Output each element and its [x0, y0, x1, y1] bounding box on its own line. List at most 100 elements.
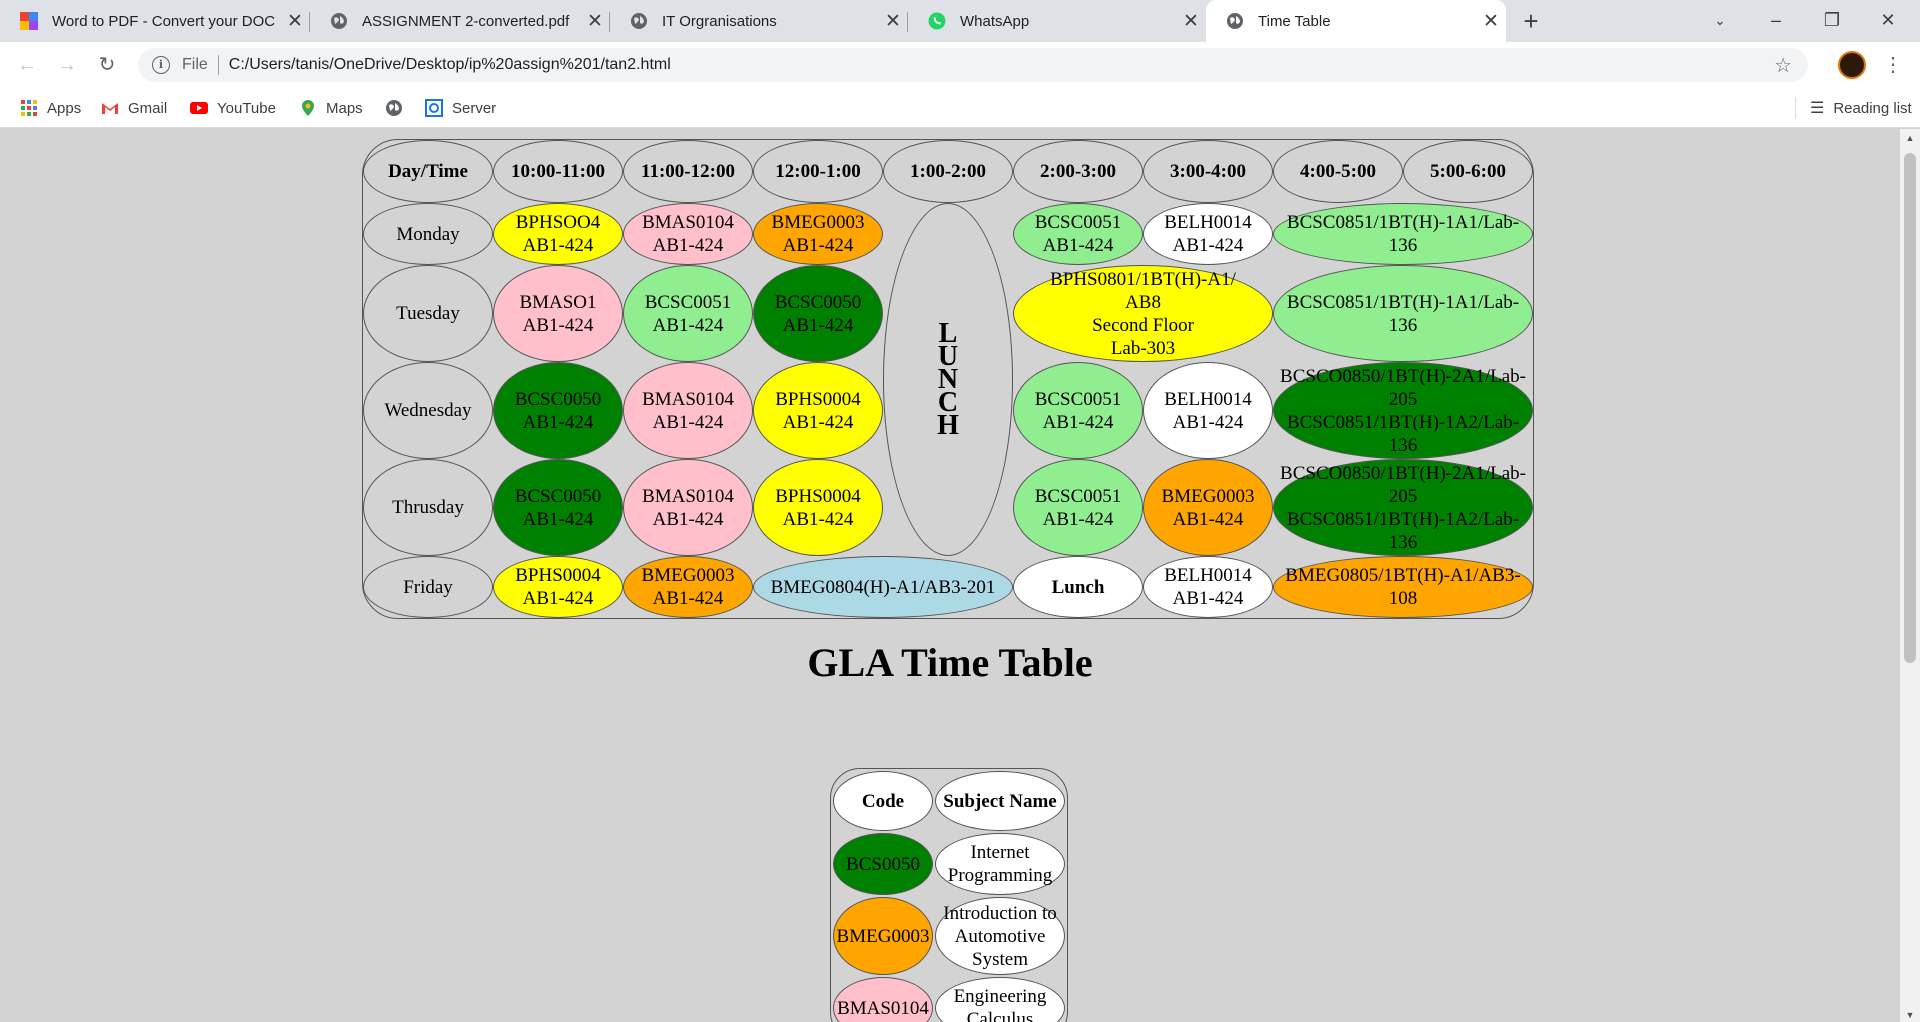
close-tab-icon[interactable]: ✕	[280, 10, 310, 33]
header-slot: 12:00-1:00	[753, 140, 883, 203]
subject-name-line: Programming	[947, 865, 1053, 886]
course-code: BMAS0104	[642, 485, 734, 507]
room: AB1-424	[652, 508, 724, 530]
word-pdf-icon	[20, 12, 38, 30]
room: AB1-424	[522, 411, 594, 433]
bookmark-apps[interactable]: Apps	[20, 88, 81, 128]
bookmark-server[interactable]: Server	[425, 88, 496, 128]
room: AB1-424	[1172, 411, 1244, 433]
scrollbar-thumb[interactable]	[1904, 153, 1916, 663]
class-cell: BCSC0050 AB1-424	[753, 265, 883, 362]
bookmark-divider	[1795, 97, 1796, 119]
room: AB1-424	[782, 314, 854, 336]
vertical-scrollbar[interactable]: ▲ ▼	[1900, 129, 1920, 1022]
tab-label: Word to PDF - Convert your DOC	[52, 12, 276, 30]
subject-row: BMAS0104 Engineering Calculus	[833, 977, 1065, 1022]
bookmark-gmail[interactable]: Gmail	[101, 88, 167, 128]
bookmark-youtube[interactable]: YouTube	[190, 88, 276, 128]
lab-code: BMEG0805/1BT(H)-A1/AB3-	[1285, 565, 1521, 586]
room: AB1-424	[652, 235, 724, 256]
class-cell: BMEG0003 AB1-424	[753, 203, 883, 265]
tab-whatsapp[interactable]: WhatsApp ✕	[908, 0, 1206, 42]
day-cell: Wednesday	[363, 362, 493, 459]
bookmark-label: Gmail	[128, 99, 168, 117]
reading-list-button[interactable]: ☰ Reading list	[1795, 88, 1912, 128]
course-code: BPHS0004	[775, 485, 861, 507]
day-cell: Monday	[363, 203, 493, 265]
lab-code: BCSCO0850/1BT(H)-2A1/Lab-	[1280, 462, 1526, 484]
header-slot: 2:00-3:00	[1013, 140, 1143, 203]
header-code: Code	[833, 771, 933, 831]
subject-code: BMEG0003	[833, 897, 933, 975]
course-code: BMEG0003	[1161, 485, 1255, 507]
subject-name: Engineering Calculus	[935, 977, 1065, 1022]
room: AB1-424	[522, 314, 594, 336]
subject-header-row: Code Subject Name	[833, 771, 1065, 831]
new-tab-button[interactable]: +	[1515, 6, 1547, 36]
close-tab-icon[interactable]: ✕	[1476, 10, 1506, 33]
site-info-icon[interactable]: i	[152, 56, 170, 74]
lunch-cell: Lunch	[1013, 556, 1143, 618]
address-bar[interactable]: i File C:/Users/tanis/OneDrive/Desktop/i…	[138, 48, 1808, 82]
room: AB1-424	[522, 235, 594, 256]
subject-name: Introduction to Automotive System	[935, 897, 1065, 975]
timetable-row: Monday BPHSOO4 AB1-424 BMAS0104 AB1-424 BM…	[363, 203, 1533, 556]
tab-assignment-pdf[interactable]: ASSIGNMENT 2-converted.pdf ✕	[310, 0, 610, 42]
scroll-up-arrow[interactable]: ▲	[1900, 133, 1920, 143]
reload-button[interactable]: ↻	[92, 50, 122, 80]
subject-code: BMAS0104	[833, 977, 933, 1022]
course-code: BMEG0003	[771, 212, 865, 233]
course-code: BPHS0004	[775, 388, 861, 410]
class-cell: BCSC0051 AB1-424	[623, 265, 753, 362]
bookmark-maps[interactable]: Maps	[299, 88, 363, 128]
course-code: BELH0014	[1164, 212, 1252, 233]
menu-kebab-icon[interactable]: ⋮	[1883, 51, 1903, 79]
class-cell: BELH0014 AB1-424	[1143, 362, 1273, 459]
scroll-down-arrow[interactable]: ▼	[1900, 1010, 1920, 1020]
restore-button[interactable]: ❐	[1804, 0, 1860, 40]
lab-room: Lab-303	[1110, 337, 1176, 359]
close-tab-icon[interactable]: ✕	[580, 10, 610, 33]
class-cell: BPHS0004 AB1-424	[493, 556, 623, 618]
subject-name-line: Internet	[970, 842, 1030, 863]
bookmark-label: Server	[452, 99, 497, 117]
lab-room: 136	[1388, 434, 1418, 456]
tab-search-icon[interactable]: ⌄	[1692, 0, 1748, 40]
course-code: BELH0014	[1164, 565, 1252, 586]
globe-icon	[1227, 13, 1243, 29]
close-tab-icon[interactable]: ✕	[878, 10, 908, 33]
header-slot: 10:00-11:00	[493, 140, 623, 203]
close-tab-icon[interactable]: ✕	[1176, 10, 1206, 33]
address-url[interactable]: C:/Users/tanis/OneDrive/Desktop/ip%20ass…	[229, 56, 671, 74]
profile-avatar[interactable]	[1838, 51, 1866, 79]
class-cell: BPHS0004 AB1-424	[753, 459, 883, 556]
class-cell: BMEG0003 AB1-424	[623, 556, 753, 618]
header-slot: 1:00-2:00	[883, 140, 1013, 203]
class-cell: BCSC0051 AB1-424	[1013, 459, 1143, 556]
subject-row: BCS0050 Internet Programming	[833, 833, 1065, 895]
lab-cell: BCSCO0850/1BT(H)-2A1/Lab- 205 BCSC0851/1…	[1273, 362, 1533, 459]
minimize-button[interactable]: –	[1748, 0, 1804, 40]
lab-room: 136	[1388, 235, 1418, 256]
apps-grid-icon	[21, 100, 37, 116]
bookmark-star-icon[interactable]: ☆	[1774, 53, 1792, 78]
timetable: Day/Time 10:00-11:00 11:00-12:00 12:00-1…	[362, 139, 1534, 619]
course-code: BCSC0050	[514, 485, 602, 507]
tab-it-organisations[interactable]: IT Orgranisations ✕	[610, 0, 908, 42]
course-code: BMAS0104	[642, 212, 734, 233]
forward-button[interactable]: →	[52, 50, 82, 80]
gmail-icon	[102, 103, 118, 114]
tab-word-to-pdf[interactable]: Word to PDF - Convert your DOC ✕	[0, 0, 310, 42]
class-cell: BMASO1 AB1-424	[493, 265, 623, 362]
back-button[interactable]: ←	[12, 50, 42, 80]
page-title: GLA Time Table	[807, 640, 1093, 685]
bookmark-globe[interactable]	[385, 88, 412, 128]
lab-building: AB8	[1125, 291, 1161, 313]
address-scheme: File	[182, 56, 208, 73]
close-window-button[interactable]: ✕	[1860, 0, 1916, 40]
lab-code: BCSC0851/1BT(H)-1A1/Lab-	[1286, 212, 1520, 233]
tab-time-table[interactable]: Time Table ✕	[1206, 0, 1506, 42]
lab-code: BCSCO0850/1BT(H)-2A1/Lab-	[1280, 365, 1526, 387]
lab-cell: BPHS0801/1BT(H)-A1/ AB8 Second Floor Lab…	[1013, 265, 1273, 362]
course-code: BCSC0051	[1034, 212, 1122, 233]
